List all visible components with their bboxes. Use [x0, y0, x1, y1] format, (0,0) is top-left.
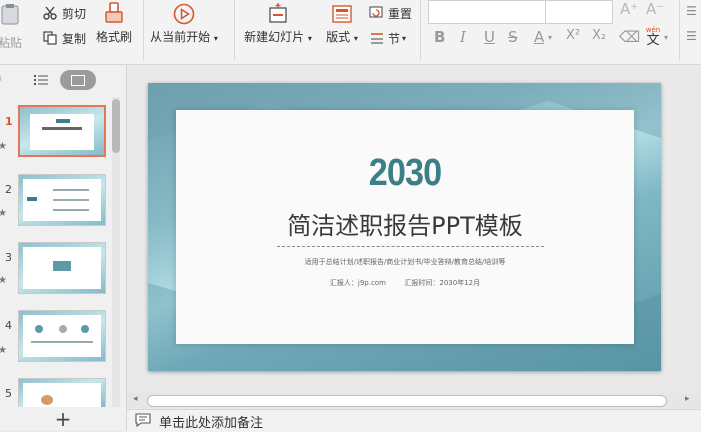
font-size-combo[interactable] — [545, 0, 613, 24]
section-button[interactable]: 节 ▾ — [368, 28, 406, 48]
underline-button[interactable]: U — [484, 28, 495, 46]
slide-subtitle[interactable]: 适用于总结计划/述职报告/商业计划书/毕业答辩/教育总结/培训等 — [176, 257, 634, 267]
copy-button[interactable]: 复制 — [42, 28, 86, 48]
paste-button[interactable]: 粘贴 — [0, 2, 26, 60]
phonetic-guide-button[interactable]: wén 文 — [642, 26, 664, 52]
copy-label: 复制 — [62, 31, 87, 46]
slide-number: 1 — [5, 115, 13, 128]
slide-canvas[interactable]: 2030 简洁述职报告PPT模板 适用于总结计划/述职报告/商业计划书/毕业答辩… — [148, 83, 661, 371]
reset-button[interactable]: 重置 — [368, 3, 412, 23]
dropdown-arrow-icon[interactable]: ▾ — [402, 34, 406, 43]
new-slide-label: 新建幻灯片 — [244, 30, 305, 44]
title-card: 2030 简洁述职报告PPT模板 适用于总结计划/述职报告/商业计划书/毕业答辩… — [176, 110, 634, 344]
play-from-current-button[interactable]: 从当前开始 ▾ — [148, 2, 220, 48]
dropdown-arrow-icon[interactable]: ▾ — [354, 34, 358, 43]
slide-report-time[interactable]: 汇报时间：2030年12月 — [404, 279, 480, 287]
list-icon[interactable]: ☰ — [686, 29, 697, 43]
layout-icon — [330, 2, 354, 26]
slide-view-toggle[interactable] — [60, 70, 96, 90]
paintbrush-icon — [103, 2, 125, 24]
scrollbar-thumb[interactable] — [147, 395, 667, 407]
scroll-right-icon[interactable]: ▸ — [685, 394, 690, 404]
layout-button[interactable]: 版式 ▾ — [322, 2, 362, 48]
copy-icon — [42, 31, 58, 45]
dropdown-arrow-icon[interactable]: ▾ — [664, 33, 668, 42]
paste-icon — [0, 2, 21, 26]
cut-button[interactable]: 剪切 — [42, 3, 86, 23]
font-grow-icon: A⁺ — [620, 0, 639, 18]
plus-icon: + — [54, 407, 72, 431]
play-from-current-label: 从当前开始 — [150, 30, 211, 44]
format-painter-label: 格式刷 — [95, 30, 132, 44]
star-icon: ★ — [0, 208, 7, 219]
add-slide-button[interactable]: + — [0, 407, 126, 431]
eraser-icon[interactable]: ⌫ — [619, 28, 640, 46]
font-color-button[interactable]: A — [534, 28, 544, 46]
bold-button[interactable]: B — [434, 28, 445, 46]
new-slide-icon — [266, 2, 290, 26]
dropdown-arrow-icon[interactable]: ▾ — [308, 34, 312, 43]
ribbon-divider — [234, 0, 235, 60]
scrollbar-thumb[interactable] — [112, 99, 120, 153]
cut-label: 剪切 — [62, 6, 87, 21]
slide-thumbnail-5[interactable] — [18, 378, 106, 408]
new-slide-label-wrap: 新建幻灯片 ▾ — [244, 28, 312, 45]
ribbon-divider — [679, 0, 680, 60]
decrease-font-button[interactable]: A⁻ — [646, 0, 664, 18]
italic-button[interactable]: I — [460, 28, 466, 46]
play-icon — [172, 2, 196, 26]
ribbon-divider — [420, 0, 421, 60]
slide-reporter[interactable]: 汇报人：j9p.com — [330, 279, 386, 287]
list-icon[interactable]: ☰ — [686, 4, 697, 18]
play-from-current-label-wrap: 从当前开始 ▾ — [150, 28, 218, 45]
star-icon: ★ — [0, 141, 7, 152]
reset-label: 重置 — [388, 6, 413, 21]
slide-title[interactable]: 简洁述职报告PPT模板 — [176, 206, 634, 241]
slide-editor-area: 2030 简洁述职报告PPT模板 适用于总结计划/述职报告/商业计划书/毕业答辩… — [127, 65, 701, 393]
paste-label: 粘贴 — [0, 36, 22, 50]
slide-thumbnail-4[interactable] — [18, 310, 106, 362]
reset-icon — [368, 6, 386, 20]
font-name-combo[interactable] — [428, 0, 546, 24]
editor-horizontal-scrollbar[interactable]: ◂ ▸ — [127, 393, 701, 408]
slide-number: 5 — [5, 387, 12, 400]
phonetic-wen-char: 文 — [646, 33, 660, 48]
thumbnail-scrollbar[interactable] — [112, 97, 120, 407]
ribbon-toolbar: 粘贴 剪切 复制 格式刷 从当前开始 ▾ 新建幻灯片 ▾ 版式 ▾ 重置 节 ▾… — [0, 0, 701, 65]
strikethrough-button[interactable]: S — [508, 28, 518, 46]
subscript-button[interactable]: X₂ — [592, 28, 606, 43]
layout-label-wrap: 版式 ▾ — [326, 28, 358, 45]
slide-thumbnail-3[interactable] — [18, 242, 106, 294]
slide-number: 4 — [5, 319, 12, 332]
notes-bar[interactable]: 单击此处添加备注 — [127, 409, 701, 432]
increase-font-button[interactable]: A⁺ — [620, 0, 638, 18]
new-slide-button[interactable]: 新建幻灯片 ▾ — [242, 2, 314, 48]
title-divider — [277, 246, 544, 247]
slide-thumbnail-2[interactable] — [18, 174, 106, 226]
scroll-left-icon[interactable]: ◂ — [133, 394, 138, 404]
star-icon: ★ — [0, 345, 7, 356]
dropdown-arrow-icon[interactable]: ▾ — [214, 34, 218, 43]
slide-year[interactable]: 2030 — [199, 152, 611, 195]
layout-label: 版式 — [326, 30, 351, 44]
font-shrink-icon: A⁻ — [646, 0, 665, 18]
slide-meta-row: 汇报人：j9p.com 汇报时间：2030年12月 — [176, 278, 634, 288]
dropdown-arrow-icon[interactable]: ▾ — [548, 33, 552, 42]
section-icon — [368, 31, 386, 45]
format-painter-button[interactable]: 格式刷 — [93, 2, 135, 48]
notes-placeholder[interactable]: 单击此处添加备注 — [159, 412, 263, 431]
slide-number: 2 — [5, 183, 12, 196]
notes-icon — [135, 412, 151, 430]
slide-thumbnail-panel: ◂ 1 ★ 2 ★ 3 ★ 4 ★ 5 ★ — [0, 65, 127, 431]
collapse-arrow-icon[interactable]: ◂ — [0, 74, 1, 84]
slide-number: 3 — [5, 251, 12, 264]
outline-view-icon[interactable] — [34, 74, 48, 89]
section-label: 节 — [388, 31, 401, 46]
slide-thumbnail-1[interactable] — [18, 105, 106, 157]
superscript-button[interactable]: X² — [566, 28, 580, 43]
scissors-icon — [42, 6, 58, 20]
ribbon-divider — [143, 0, 144, 60]
star-icon: ★ — [0, 275, 7, 286]
